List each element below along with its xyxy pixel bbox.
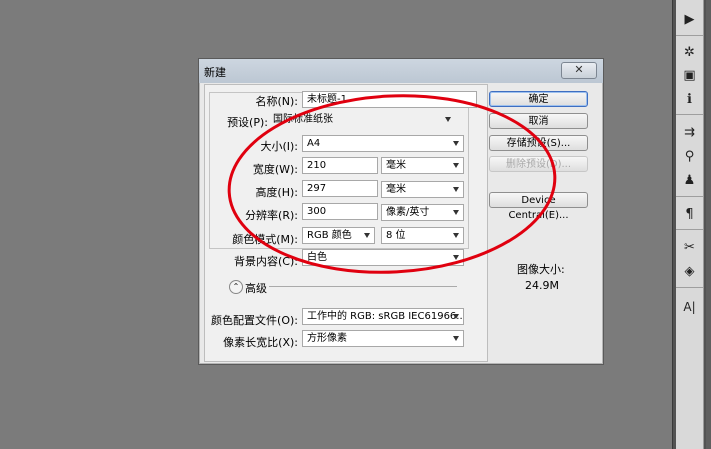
name-label: 名称(N): xyxy=(255,95,298,108)
image-size-value: 24.9M xyxy=(525,279,559,292)
chevron-down-icon xyxy=(453,141,459,146)
height-unit-value: 毫米 xyxy=(386,184,406,195)
play-icon[interactable]: ▶ xyxy=(676,8,703,30)
color-profile-value: 工作中的 RGB: sRGB IEC61966... xyxy=(307,311,464,322)
background-select[interactable]: 白色 xyxy=(302,249,464,266)
chevron-down-icon xyxy=(453,163,459,168)
resolution-unit-value: 像素/英寸 xyxy=(386,207,430,218)
bit-depth-select[interactable]: 8 位 xyxy=(381,227,464,244)
align-icon[interactable]: ⇉ xyxy=(676,121,703,143)
width-unit-select[interactable]: 毫米 xyxy=(381,157,464,174)
bit-depth-value: 8 位 xyxy=(386,230,406,241)
background-value: 白色 xyxy=(307,252,327,263)
brush-settings-icon[interactable]: ✲ xyxy=(676,41,703,63)
tools-icon[interactable]: ✂ xyxy=(676,236,703,258)
color-profile-select[interactable]: 工作中的 RGB: sRGB IEC61966... xyxy=(302,308,464,325)
size-label: 大小(I): xyxy=(260,140,298,153)
dialog-titlebar[interactable]: 新建 ✕ xyxy=(199,59,603,83)
resolution-unit-select[interactable]: 像素/英寸 xyxy=(381,204,464,221)
chevron-down-icon xyxy=(453,255,459,260)
tool-divider xyxy=(676,229,703,230)
color-mode-value: RGB 颜色 xyxy=(307,230,352,241)
resolution-field[interactable]: 300 xyxy=(302,203,378,220)
width-unit-value: 毫米 xyxy=(386,160,406,171)
tool-divider xyxy=(676,114,703,115)
height-field[interactable]: 297 xyxy=(302,180,378,197)
tool-divider xyxy=(676,196,703,197)
width-field[interactable]: 210 xyxy=(302,157,378,174)
pixel-aspect-select[interactable]: 方形像素 xyxy=(302,330,464,347)
paragraph-icon[interactable]: ¶ xyxy=(676,203,703,225)
name-field[interactable]: 未标题-1 xyxy=(302,91,477,108)
background-label: 背景内容(C): xyxy=(234,255,298,268)
color-profile-label: 颜色配置文件(O): xyxy=(211,314,298,327)
chevron-down-icon xyxy=(445,117,451,122)
color-mode-select[interactable]: RGB 颜色 xyxy=(302,227,375,244)
chevron-down-icon xyxy=(453,233,459,238)
ok-button[interactable]: 确定 xyxy=(489,91,588,107)
color-mode-label: 颜色模式(M): xyxy=(232,233,298,246)
info-icon[interactable]: ℹ xyxy=(676,88,703,110)
right-panel-dock: ▶ ✲ ▣ ℹ ⇉ ⚲ ♟ ¶ ✂ ◈ A| xyxy=(672,0,711,449)
usb-icon[interactable]: ⚲ xyxy=(676,145,703,167)
3d-icon[interactable]: ◈ xyxy=(676,260,703,282)
panel-edge xyxy=(706,0,711,449)
chevron-down-icon xyxy=(453,336,459,341)
chevron-down-icon xyxy=(453,314,459,319)
tool-divider xyxy=(676,35,703,36)
device-central-button[interactable]: Device Central(E)... xyxy=(489,192,588,221)
close-button[interactable]: ✕ xyxy=(561,62,597,79)
stamp-icon[interactable]: ♟ xyxy=(676,169,703,191)
preset-select[interactable]: 国际标准纸张 xyxy=(268,111,456,128)
height-label: 高度(H): xyxy=(255,186,298,199)
dialog-title: 新建 xyxy=(204,66,226,79)
save-preset-button[interactable]: 存储预设(S)... xyxy=(489,135,588,151)
preset-label: 预设(P): xyxy=(222,114,268,130)
height-unit-select[interactable]: 毫米 xyxy=(381,181,464,198)
preset-value: 国际标准纸张 xyxy=(273,114,333,125)
size-select[interactable]: A4 xyxy=(302,135,464,152)
collapse-advanced-icon[interactable]: ⌃ xyxy=(229,280,243,294)
advanced-label: 高级 xyxy=(245,282,267,295)
chevron-down-icon xyxy=(364,233,370,238)
delete-preset-button[interactable]: 删除预设(D)... xyxy=(489,156,588,172)
cancel-button[interactable]: 取消 xyxy=(489,113,588,129)
pixel-aspect-value: 方形像素 xyxy=(307,333,347,344)
tool-divider xyxy=(676,287,703,288)
width-label: 宽度(W): xyxy=(252,163,298,176)
pixel-aspect-label: 像素长宽比(X): xyxy=(223,336,298,349)
size-value: A4 xyxy=(307,138,321,149)
chevron-down-icon xyxy=(453,187,459,192)
character-icon[interactable]: A| xyxy=(676,296,703,318)
chevron-down-icon xyxy=(453,210,459,215)
resolution-label: 分辨率(R): xyxy=(245,209,298,222)
image-icon[interactable]: ▣ xyxy=(676,64,703,86)
advanced-divider xyxy=(269,286,457,287)
image-size-label: 图像大小: xyxy=(517,263,565,276)
